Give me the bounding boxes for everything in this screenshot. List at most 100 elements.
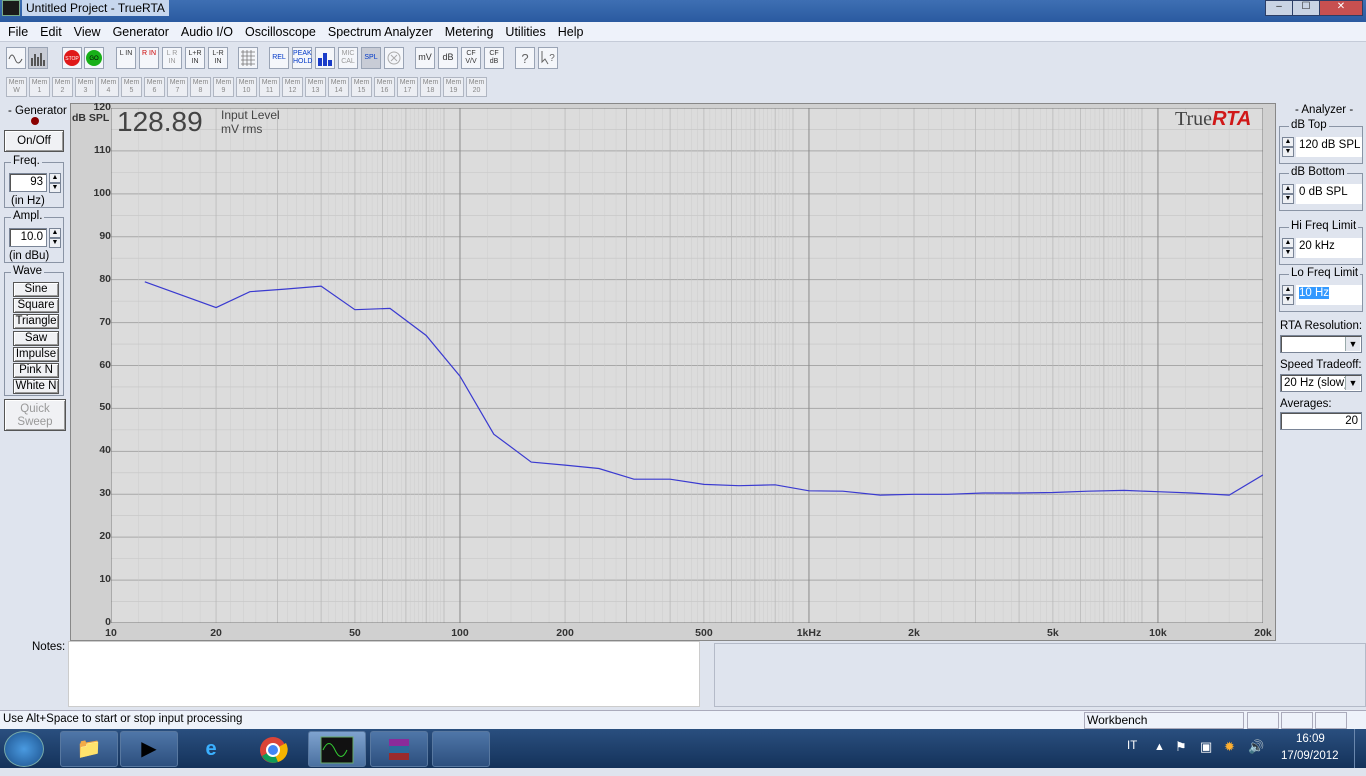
right-input-button[interactable]: R IN xyxy=(139,47,159,69)
menu-utilities[interactable]: Utilities xyxy=(499,22,551,42)
lo-freq-field[interactable]: 10 Hz xyxy=(1296,285,1362,305)
menu-view[interactable]: View xyxy=(68,22,107,42)
db-bottom-down-icon[interactable]: ▼ xyxy=(1282,194,1294,204)
memory-1-button[interactable]: Mem 1 xyxy=(29,77,50,97)
menu-edit[interactable]: Edit xyxy=(34,22,68,42)
go-button[interactable]: GO xyxy=(84,47,104,69)
memory-4-button[interactable]: Mem 4 xyxy=(98,77,119,97)
maximize-button[interactable]: ☐ xyxy=(1292,0,1320,16)
memory-20-button[interactable]: Mem 20 xyxy=(466,77,487,97)
minimize-button[interactable]: – xyxy=(1265,0,1293,16)
mic-cal-button[interactable]: MIC CAL xyxy=(338,47,358,69)
wave-sine-button[interactable]: Sine xyxy=(13,282,59,297)
l-minus-r-input-button[interactable]: L-R IN xyxy=(208,47,228,69)
truerta-taskbar-icon[interactable] xyxy=(308,731,366,767)
memory-5-button[interactable]: Mem 5 xyxy=(121,77,142,97)
hi-freq-down-icon[interactable]: ▼ xyxy=(1282,248,1294,258)
window-taskbar-icon[interactable] xyxy=(432,731,490,767)
menu-generator[interactable]: Generator xyxy=(107,22,175,42)
memory-18-button[interactable]: Mem 18 xyxy=(420,77,441,97)
clock-time[interactable]: 16:09 xyxy=(1296,733,1325,745)
memory-7-button[interactable]: Mem 7 xyxy=(167,77,188,97)
context-help-icon[interactable]: ? xyxy=(538,47,558,69)
spl-button[interactable]: SPL xyxy=(361,47,381,69)
freq-down-icon[interactable]: ▼ xyxy=(49,183,61,193)
ampl-input[interactable]: 10.0 xyxy=(9,228,47,247)
freq-input[interactable]: 93 xyxy=(9,173,47,192)
media-player-taskbar-icon[interactable]: ▶ xyxy=(120,731,178,767)
cf-vv-button[interactable]: CF V/V xyxy=(461,47,481,69)
menu-metering[interactable]: Metering xyxy=(439,22,500,42)
show-hidden-icons-icon[interactable]: ▲ xyxy=(1154,741,1165,753)
wave-impulse-button[interactable]: Impulse xyxy=(13,347,59,362)
clock-date[interactable]: 17/09/2012 xyxy=(1281,750,1339,762)
memory-w-button[interactable]: Mem W xyxy=(6,77,27,97)
menu-oscilloscope[interactable]: Oscilloscope xyxy=(239,22,322,42)
generator-on-off-button[interactable]: On/Off xyxy=(4,130,64,152)
lr-input-button[interactable]: L R IN xyxy=(162,47,182,69)
memory-9-button[interactable]: Mem 9 xyxy=(213,77,234,97)
hi-freq-field[interactable]: 20 kHz xyxy=(1296,238,1362,258)
memory-6-button[interactable]: Mem 6 xyxy=(144,77,165,97)
memory-14-button[interactable]: Mem 14 xyxy=(328,77,349,97)
menu-help[interactable]: Help xyxy=(552,22,590,42)
memory-10-button[interactable]: Mem 10 xyxy=(236,77,257,97)
hi-freq-up-icon[interactable]: ▲ xyxy=(1282,238,1294,248)
memory-2-button[interactable]: Mem 2 xyxy=(52,77,73,97)
cancel-x-icon[interactable] xyxy=(384,47,404,69)
device-icon[interactable]: ▣ xyxy=(1200,739,1212,755)
winrar-taskbar-icon[interactable] xyxy=(370,731,428,767)
wave-pink-noise-button[interactable]: Pink N xyxy=(13,363,59,378)
db-top-up-icon[interactable]: ▲ xyxy=(1282,137,1294,147)
explorer-taskbar-icon[interactable]: 📁 xyxy=(60,731,118,767)
l-plus-r-input-button[interactable]: L+R IN xyxy=(185,47,205,69)
memory-16-button[interactable]: Mem 16 xyxy=(374,77,395,97)
memory-11-button[interactable]: Mem 11 xyxy=(259,77,280,97)
bar-graph-icon[interactable] xyxy=(315,47,335,69)
wave-saw-button[interactable]: Saw xyxy=(13,331,59,346)
db-top-field[interactable]: 120 dB SPL xyxy=(1296,137,1362,157)
speed-tradeoff-select[interactable]: 20 Hz (slow) ▼ xyxy=(1280,374,1362,392)
memory-19-button[interactable]: Mem 19 xyxy=(443,77,464,97)
wave-white-noise-button[interactable]: White N xyxy=(13,379,59,394)
memory-15-button[interactable]: Mem 15 xyxy=(351,77,372,97)
lo-freq-down-icon[interactable]: ▼ xyxy=(1282,295,1294,305)
rta-resolution-select[interactable]: ▼ xyxy=(1280,335,1362,353)
show-desktop-button[interactable] xyxy=(1354,729,1366,768)
peak-hold-button[interactable]: PEAK HOLD xyxy=(292,47,312,69)
freq-up-icon[interactable]: ▲ xyxy=(49,173,61,183)
memory-13-button[interactable]: Mem 13 xyxy=(305,77,326,97)
grid-icon[interactable] xyxy=(238,47,258,69)
ampl-down-icon[interactable]: ▼ xyxy=(49,238,61,248)
ampl-up-icon[interactable]: ▲ xyxy=(49,228,61,238)
memory-8-button[interactable]: Mem 8 xyxy=(190,77,211,97)
speed-tradeoff-dropdown-icon[interactable]: ▼ xyxy=(1345,376,1360,390)
db-button[interactable]: dB xyxy=(438,47,458,69)
db-top-down-icon[interactable]: ▼ xyxy=(1282,147,1294,157)
action-center-flag-icon[interactable]: ⚑ xyxy=(1175,739,1187,755)
mv-button[interactable]: mV xyxy=(415,47,435,69)
quick-sweep-button[interactable]: Quick Sweep xyxy=(4,399,66,431)
chrome-taskbar-icon[interactable] xyxy=(244,731,302,767)
memory-17-button[interactable]: Mem 17 xyxy=(397,77,418,97)
wave-square-button[interactable]: Square xyxy=(13,298,59,313)
start-button-icon[interactable] xyxy=(4,731,44,767)
network-icon[interactable]: ✹ xyxy=(1224,739,1235,755)
averages-field[interactable]: 20 xyxy=(1280,412,1362,430)
lo-freq-up-icon[interactable]: ▲ xyxy=(1282,285,1294,295)
speaker-icon[interactable]: 🔊 xyxy=(1248,739,1264,755)
oscilloscope-wave-icon[interactable] xyxy=(6,47,26,69)
rel-button[interactable]: REL xyxy=(269,47,289,69)
menu-spectrum-analyzer[interactable]: Spectrum Analyzer xyxy=(322,22,439,42)
spectrum-bars-icon[interactable] xyxy=(28,47,48,69)
menu-file[interactable]: File xyxy=(0,22,34,42)
left-input-button[interactable]: L IN xyxy=(116,47,136,69)
internet-explorer-taskbar-icon[interactable]: e xyxy=(182,731,240,767)
cf-db-button[interactable]: CF dB xyxy=(484,47,504,69)
stop-button[interactable]: STOP xyxy=(62,47,82,69)
db-bottom-up-icon[interactable]: ▲ xyxy=(1282,184,1294,194)
language-indicator[interactable]: IT xyxy=(1127,740,1137,752)
notes-textarea[interactable] xyxy=(68,641,700,707)
help-icon[interactable]: ? xyxy=(515,47,535,69)
close-button[interactable]: ✕ xyxy=(1319,0,1363,16)
